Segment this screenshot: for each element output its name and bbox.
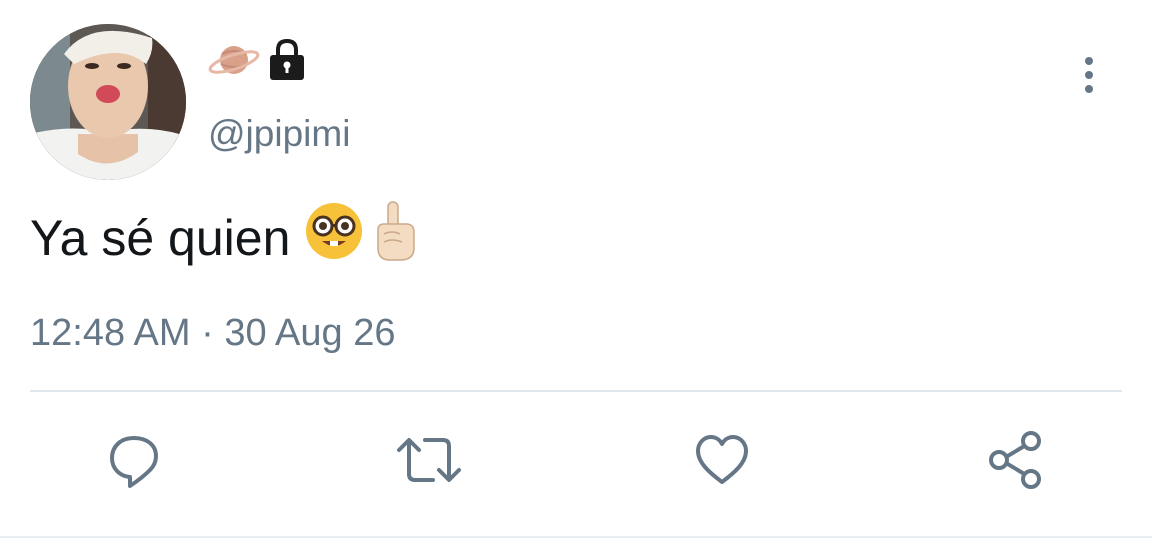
share-icon — [987, 430, 1047, 495]
planet-icon — [208, 38, 260, 87]
user-handle[interactable]: @jpipimi — [208, 112, 350, 156]
heart-icon — [692, 430, 752, 495]
retweet-icon — [395, 430, 463, 495]
like-button[interactable] — [688, 428, 756, 496]
vertical-dots-icon[interactable] — [1072, 54, 1106, 98]
nerd-face-emoji — [304, 201, 364, 276]
speech-bubble-icon — [104, 430, 164, 495]
tweet-text-row: Ya sé quien — [30, 200, 418, 270]
lock-icon — [266, 38, 308, 87]
avatar-image — [30, 24, 186, 180]
reply-button[interactable] — [100, 428, 168, 496]
divider — [30, 390, 1122, 392]
tweet-text: Ya sé quien — [30, 210, 291, 266]
tweet-detail: @jpipimi Ya sé quien 12:48 AM · 30 Aug 2… — [0, 0, 1152, 555]
share-button[interactable] — [983, 428, 1051, 496]
bottom-divider — [0, 536, 1152, 538]
tweet-timestamp[interactable]: 12:48 AM · 30 Aug 26 — [30, 310, 396, 356]
avatar[interactable] — [30, 24, 186, 180]
pointing-up-emoji — [372, 200, 418, 277]
display-name-row[interactable] — [208, 38, 308, 86]
retweet-button[interactable] — [395, 428, 463, 496]
